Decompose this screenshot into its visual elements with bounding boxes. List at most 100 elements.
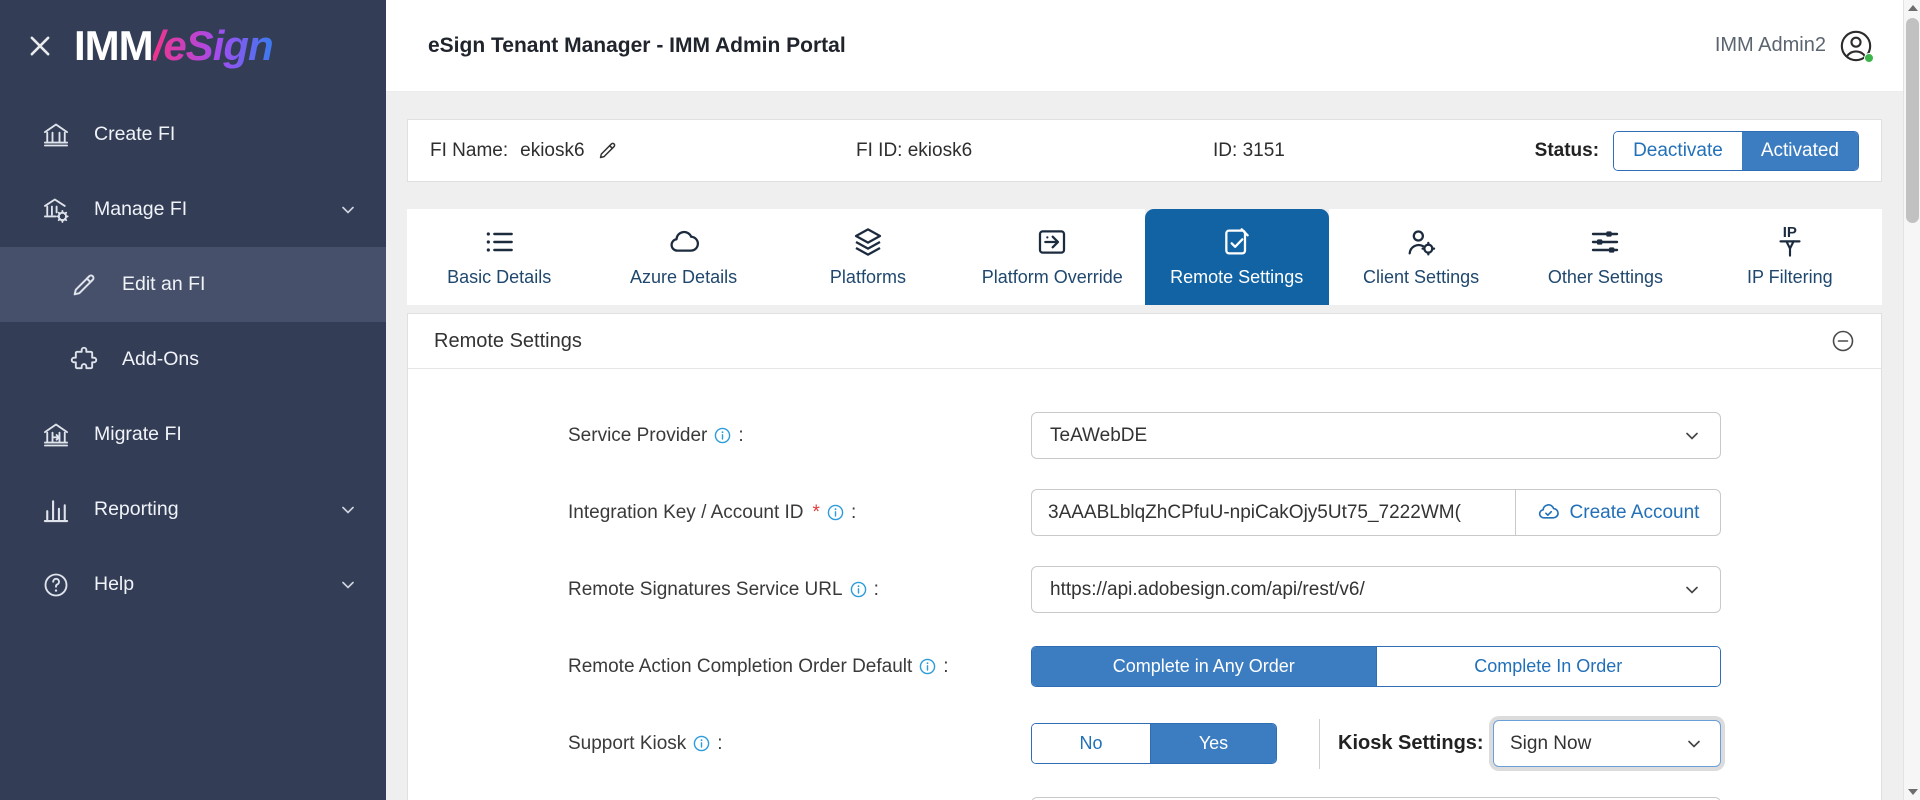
edit-fi-name-icon[interactable] bbox=[597, 140, 618, 161]
collapse-icon[interactable] bbox=[1831, 329, 1855, 353]
info-icon[interactable] bbox=[919, 658, 936, 675]
fi-id-value: ekiosk6 bbox=[908, 140, 972, 161]
bank-icon bbox=[42, 121, 70, 149]
app-window: IMM/eSign Create FI Manage FI bbox=[0, 0, 1920, 800]
document-check-icon bbox=[1221, 226, 1253, 258]
sidebar-item-label: Help bbox=[94, 573, 134, 596]
tab-label: Other Settings bbox=[1548, 267, 1663, 288]
user-menu: IMM Admin2 bbox=[1715, 29, 1873, 63]
sidebar-item-help[interactable]: Help bbox=[0, 547, 386, 622]
cloud-check-icon bbox=[1537, 501, 1560, 524]
info-icon[interactable] bbox=[693, 735, 710, 752]
complete-in-order-button[interactable]: Complete In Order bbox=[1376, 647, 1721, 686]
tab-other-settings[interactable]: Other Settings bbox=[1513, 209, 1697, 305]
main-area: eSign Tenant Manager - IMM Admin Portal … bbox=[386, 0, 1903, 800]
integration-key-label: Integration Key / Account ID * : bbox=[568, 502, 1031, 524]
service-url-control: https://api.adobesign.com/api/rest/v6/ bbox=[1031, 566, 1721, 613]
support-kiosk-row: Support Kiosk : No Yes bbox=[408, 705, 1881, 782]
chevron-down-icon bbox=[1682, 426, 1702, 446]
top-header: eSign Tenant Manager - IMM Admin Portal … bbox=[386, 0, 1903, 92]
page-scrollbar[interactable] bbox=[1903, 0, 1920, 800]
tab-client-settings[interactable]: Client Settings bbox=[1329, 209, 1513, 305]
tab-platforms[interactable]: Platforms bbox=[776, 209, 960, 305]
info-icon[interactable] bbox=[850, 581, 867, 598]
required-mark: * bbox=[813, 502, 820, 524]
service-provider-control: TeAWebDE bbox=[1031, 412, 1721, 459]
fi-name-label: FI Name: bbox=[430, 140, 508, 162]
status-block: Status: Deactivate Activated bbox=[1535, 131, 1859, 171]
sidebar-item-reporting[interactable]: Reporting bbox=[0, 472, 386, 547]
tab-label: Client Settings bbox=[1363, 267, 1479, 288]
integration-key-group: Create Account bbox=[1031, 489, 1721, 536]
kiosk-no-button[interactable]: No bbox=[1032, 724, 1150, 763]
scroll-down-arrow[interactable] bbox=[1904, 784, 1920, 800]
integration-key-control: Create Account bbox=[1031, 489, 1721, 536]
tab-label: Azure Details bbox=[630, 267, 737, 288]
sidebar-header: IMM/eSign bbox=[0, 0, 386, 92]
content-area: FI Name: ekiosk6 FI ID: ekiosk6 ID: 3151… bbox=[386, 92, 1903, 800]
tab-basic-details[interactable]: Basic Details bbox=[407, 209, 591, 305]
close-icon[interactable] bbox=[26, 32, 54, 60]
avatar[interactable] bbox=[1839, 29, 1873, 63]
sidebar-item-add-ons[interactable]: Add-Ons bbox=[0, 322, 386, 397]
chevron-down-icon bbox=[1682, 580, 1702, 600]
support-kiosk-toggle: No Yes bbox=[1031, 723, 1277, 764]
complete-any-order-button[interactable]: Complete in Any Order bbox=[1032, 647, 1376, 686]
box-arrow-icon bbox=[1036, 226, 1068, 258]
fi-name-block: FI Name: ekiosk6 bbox=[430, 140, 856, 162]
selected-value: Sign Now bbox=[1510, 733, 1591, 755]
ip-filter-icon: IP bbox=[1774, 226, 1806, 258]
id-block: ID: 3151 bbox=[1213, 140, 1535, 162]
presence-dot bbox=[1864, 53, 1874, 63]
completion-order-label: Remote Action Completion Order Default : bbox=[568, 656, 1031, 678]
sidebar-item-label: Migrate FI bbox=[94, 423, 182, 446]
sidebar-item-label: Edit an FI bbox=[122, 273, 205, 296]
service-provider-select[interactable]: TeAWebDE bbox=[1031, 412, 1721, 459]
service-url-select[interactable]: https://api.adobesign.com/api/rest/v6/ bbox=[1031, 566, 1721, 613]
service-provider-row: Service Provider : TeAWebDE bbox=[408, 397, 1881, 474]
list-icon bbox=[483, 226, 515, 258]
tab-label: Remote Settings bbox=[1170, 267, 1303, 288]
sidebar-item-migrate-fi[interactable]: Migrate FI bbox=[0, 397, 386, 472]
panel-header: Remote Settings bbox=[408, 314, 1881, 369]
logo-esign-text: /eSign bbox=[153, 22, 273, 69]
kiosk-yes-button[interactable]: Yes bbox=[1150, 724, 1276, 763]
deactivate-button[interactable]: Deactivate bbox=[1614, 132, 1742, 170]
sidebar-item-label: Manage FI bbox=[94, 198, 187, 221]
integration-key-input[interactable] bbox=[1031, 489, 1515, 536]
support-kiosk-control: No Yes Kiosk Settings: Sign Now bbox=[1031, 719, 1721, 769]
tab-azure-details[interactable]: Azure Details bbox=[591, 209, 775, 305]
sidebar-item-manage-fi[interactable]: Manage FI bbox=[0, 172, 386, 247]
selected-value: TeAWebDE bbox=[1050, 425, 1147, 447]
scrollbar-thumb[interactable] bbox=[1906, 18, 1919, 223]
info-icon[interactable] bbox=[714, 427, 731, 444]
fi-name-value: ekiosk6 bbox=[520, 140, 584, 162]
kiosk-settings-label: Kiosk Settings: bbox=[1338, 732, 1484, 755]
create-account-button[interactable]: Create Account bbox=[1515, 489, 1721, 536]
tab-ip-filtering[interactable]: IP IP Filtering bbox=[1698, 209, 1882, 305]
sidebar-item-create-fi[interactable]: Create FI bbox=[0, 97, 386, 172]
activated-button[interactable]: Activated bbox=[1742, 132, 1858, 170]
tab-platform-override[interactable]: Platform Override bbox=[960, 209, 1144, 305]
tab-remote-settings[interactable]: Remote Settings bbox=[1145, 209, 1329, 305]
tab-label: Platform Override bbox=[982, 267, 1123, 288]
status-label: Status: bbox=[1535, 140, 1599, 162]
section-title: Remote Settings bbox=[434, 330, 582, 353]
cloud-icon bbox=[668, 226, 700, 258]
sidebar-nav: Create FI Manage FI Edit an FI bbox=[0, 92, 386, 622]
scroll-up-arrow[interactable] bbox=[1904, 0, 1920, 16]
info-icon[interactable] bbox=[827, 504, 844, 521]
pencil-icon bbox=[70, 271, 98, 299]
page-title: eSign Tenant Manager - IMM Admin Portal bbox=[428, 34, 846, 58]
kiosk-settings-select[interactable]: Sign Now bbox=[1493, 720, 1721, 767]
id-label: ID: bbox=[1213, 140, 1237, 161]
bar-chart-icon bbox=[42, 496, 70, 524]
chevron-down-icon bbox=[338, 575, 358, 595]
selected-value: https://api.adobesign.com/api/rest/v6/ bbox=[1050, 579, 1365, 601]
sliders-icon bbox=[1589, 226, 1621, 258]
sidebar-item-edit-an-fi[interactable]: Edit an FI bbox=[0, 247, 386, 322]
layers-icon bbox=[852, 226, 884, 258]
sidebar-item-label: Reporting bbox=[94, 498, 179, 521]
fi-id-block: FI ID: ekiosk6 bbox=[856, 140, 1213, 162]
support-kiosk-label: Support Kiosk : bbox=[568, 733, 1031, 755]
